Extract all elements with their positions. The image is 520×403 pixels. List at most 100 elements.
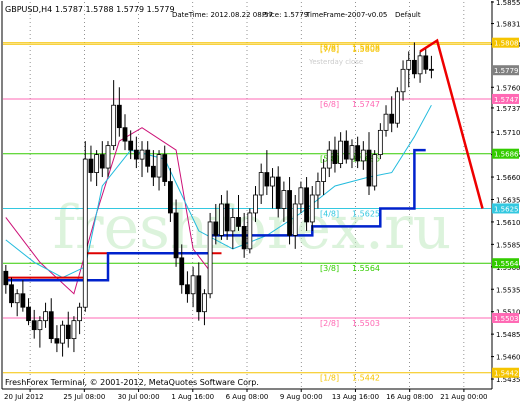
info-profile: Default [395,11,421,19]
candle-body [179,257,185,286]
candle-body [111,104,117,147]
candle-body [82,158,88,308]
candle-body [185,284,190,295]
candle-body [26,306,31,322]
candle-body [37,320,43,331]
candle-body [14,293,20,304]
candle-body [128,140,134,151]
candle-body [298,187,304,205]
price-tag-label: 1.5625 [494,205,519,213]
candle-body [253,194,258,214]
y-tick-label: 1.5610 [496,219,520,227]
candle-body [9,284,14,304]
murrey-level-price: 1.5503 [352,319,380,328]
candle-body [43,311,48,322]
candle-body [264,172,270,187]
candle-body [60,324,65,344]
candle-body [230,217,236,232]
candle-body [338,140,344,164]
y-tick-label: 1.5635 [496,196,520,204]
x-tick-label: 6 Aug 08:00 [226,393,269,401]
candle-body [162,154,168,182]
candle-body [88,158,94,173]
y-tick-label: 1.5585 [496,241,520,249]
candle-body [372,154,378,187]
chart-symbol-title: GBPUSD,H4 [5,5,52,14]
candle-body [423,55,429,70]
yesterday-close-label: Yesterday close [308,58,363,66]
candle-body [219,203,224,236]
candle-body [377,129,383,156]
candle-body [150,165,156,178]
price-tag-label: 1.5747 [494,96,519,104]
x-tick-label: 13 Aug 16:00 [332,393,379,401]
candle-body [77,306,83,322]
candle-body [258,172,264,196]
candle-body [65,324,71,340]
candle-body [133,149,139,160]
murrey-level-label: [3/8] [320,264,339,273]
y-tick-label: 1.5535 [496,286,520,294]
murrey-level-label: [1/8] [320,374,339,383]
candle-body [281,190,287,209]
candle-body [207,221,213,295]
candle-body [105,145,111,169]
candle-body [3,270,9,286]
candle-body [54,338,60,344]
candle-body [196,275,202,313]
candle-body [236,217,241,227]
x-tick-label: 20 Jul 2012 [4,393,44,401]
y-tick-label: 1.5855 [496,0,520,7]
candle-body [389,113,395,124]
candle-body [326,149,332,169]
price-chart: freshforex.ru [8/8]1.5808[7/8]1.5808[6/8… [0,0,520,403]
candle-body [406,59,412,70]
candle-body [366,149,372,187]
y-tick-label: 1.5710 [496,129,520,137]
murrey-level-label: [6/8] [320,100,339,109]
y-tick-label: 1.5660 [496,174,520,182]
candle-body [355,145,361,162]
candle-body [94,154,100,173]
ohlc-values: 1.5787 1.5788 1.5779 1.5779 [55,5,175,14]
candle-body [304,187,309,223]
murrey-level-label: [7/8] [320,45,339,54]
candle-body [247,212,253,250]
candle-body [99,154,105,169]
murrey-level-label: [2/8] [320,319,339,328]
price-tag-label: 1.5808 [494,40,519,48]
x-tick-label: 1 Aug 16:00 [171,393,214,401]
candle-body [190,275,196,295]
footer-copyright: FreshForex Terminal, © 2001-2012, MetaQu… [5,378,259,387]
candle-body [202,293,207,313]
candle-body [270,176,275,187]
candle-body [213,221,219,236]
candle-body [224,203,230,232]
price-tag-label: 1.5779 [494,67,519,75]
x-tick-label: 21 Aug 00:00 [440,393,487,401]
y-tick-label: 1.5831 [496,21,520,29]
x-tick-label: 25 Jul 08:00 [63,393,105,401]
murrey-level-price: 1.5808 [352,45,380,54]
info-price: Price: 1.5779 [262,11,308,19]
candle-body [315,181,321,196]
x-tick-label: 16 Aug 08:00 [386,393,433,401]
candle-body [332,149,338,164]
candle-body [145,149,151,167]
candle-body [20,293,26,308]
info-timeframe: TimeFrame-2007-v0.05 [305,11,387,19]
candle-body [48,311,54,340]
price-tag-label: 1.5564 [494,260,519,268]
candle-body [241,226,247,250]
price-tag-label: 1.5686 [494,151,519,159]
y-tick-label: 1.5760 [496,84,520,92]
price-tag-label: 1.5503 [494,315,519,323]
candle-body [287,190,292,236]
candle-body [349,145,355,160]
candle-body [321,167,327,182]
murrey-level-price: 1.5747 [352,100,380,109]
candle-body [122,127,128,142]
murrey-level-price: 1.5625 [352,209,380,218]
candle-body [292,203,298,236]
candle-body [31,320,37,331]
